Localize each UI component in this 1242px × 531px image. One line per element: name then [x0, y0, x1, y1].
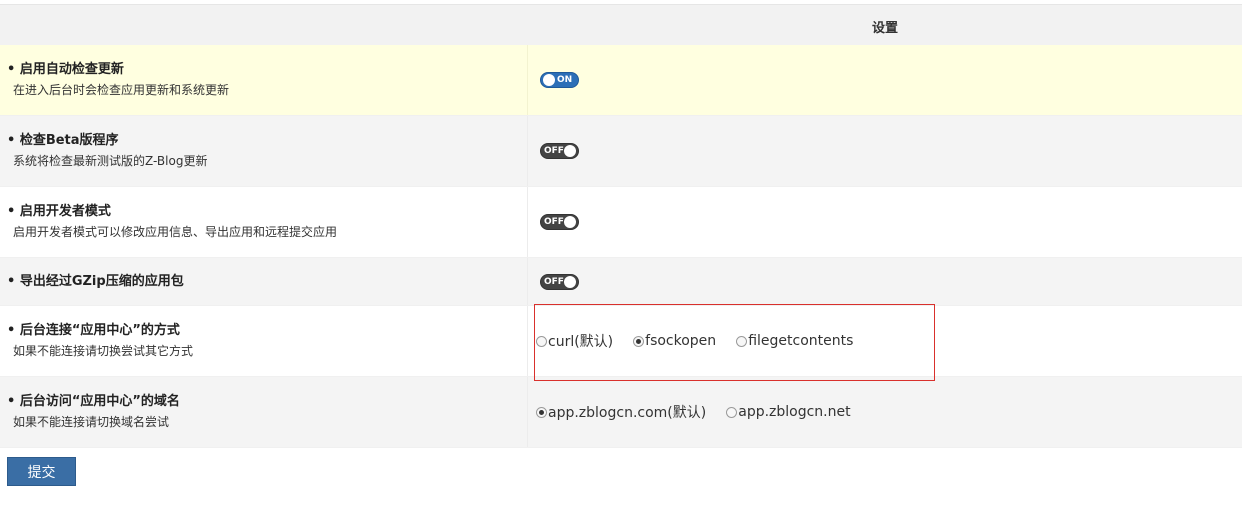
- domain-radio-group: app.zblogcn.com(默认) app.zblogcn.net: [536, 402, 871, 422]
- setting-title: • 后台连接“应用中心”的方式: [7, 323, 180, 338]
- setting-desc: 在进入后台时会检查应用更新和系统更新: [13, 83, 230, 97]
- auto-update-toggle[interactable]: ON: [540, 72, 579, 88]
- radio-button[interactable]: [736, 335, 748, 347]
- table-header: 设置: [0, 5, 1242, 45]
- setting-title: • 检查Beta版程序: [7, 133, 119, 148]
- beta-toggle[interactable]: OFF: [540, 143, 579, 159]
- setting-desc: 如果不能连接请切换尝试其它方式: [13, 344, 194, 358]
- header-title: 设置: [871, 20, 898, 36]
- toggle-knob: [564, 275, 576, 288]
- toggle-knob: [543, 74, 555, 86]
- radio-curl[interactable]: curl(默认): [536, 331, 613, 351]
- settings-table: 设置 • 启用自动检查更新 在进入后台时会检查应用更新和系统更新 ON • 检查…: [0, 4, 1242, 448]
- submit-button[interactable]: 提交: [7, 457, 76, 486]
- radio-button[interactable]: [536, 335, 547, 347]
- toggle-knob: [564, 145, 576, 157]
- radio-zblogcn-com[interactable]: app.zblogcn.com(默认): [536, 402, 706, 422]
- radio-button[interactable]: [633, 335, 645, 347]
- toggle-knob: [564, 216, 576, 228]
- setting-row-app-center-domain: • 后台访问“应用中心”的域名 如果不能连接请切换域名尝试 app.zblogc…: [0, 377, 1242, 448]
- setting-row-connection-method: • 后台连接“应用中心”的方式 如果不能连接请切换尝试其它方式 curl(默认)…: [0, 306, 1242, 377]
- gzip-export-toggle[interactable]: OFF: [540, 273, 579, 290]
- radio-button[interactable]: [726, 406, 738, 418]
- setting-row-beta: • 检查Beta版程序 系统将检查最新测试版的Z-Blog更新 OFF: [0, 116, 1242, 187]
- setting-desc: 系统将检查最新测试版的Z-Blog更新: [13, 154, 208, 168]
- setting-desc: 如果不能连接请切换域名尝试: [13, 415, 170, 429]
- radio-zblogcn-net[interactable]: app.zblogcn.net: [726, 404, 851, 420]
- setting-title: • 启用开发者模式: [7, 204, 111, 219]
- radio-button[interactable]: [536, 406, 547, 418]
- developer-mode-toggle[interactable]: OFF: [540, 214, 579, 230]
- setting-title: • 启用自动检查更新: [7, 62, 124, 77]
- connection-method-radio-group: curl(默认) fsockopen filegetcontents: [536, 331, 873, 351]
- setting-desc: 启用开发者模式可以修改应用信息、导出应用和远程提交应用: [13, 225, 338, 239]
- setting-title: • 导出经过GZip压缩的应用包: [7, 273, 184, 289]
- setting-row-gzip-export: • 导出经过GZip压缩的应用包 OFF: [0, 258, 1242, 306]
- radio-filegetcontents[interactable]: filegetcontents: [736, 333, 853, 349]
- radio-fsockopen[interactable]: fsockopen: [633, 333, 716, 349]
- setting-row-auto-update: • 启用自动检查更新 在进入后台时会检查应用更新和系统更新 ON: [0, 45, 1242, 116]
- setting-title: • 后台访问“应用中心”的域名: [7, 394, 180, 409]
- setting-row-developer-mode: • 启用开发者模式 启用开发者模式可以修改应用信息、导出应用和远程提交应用 OF…: [0, 187, 1242, 258]
